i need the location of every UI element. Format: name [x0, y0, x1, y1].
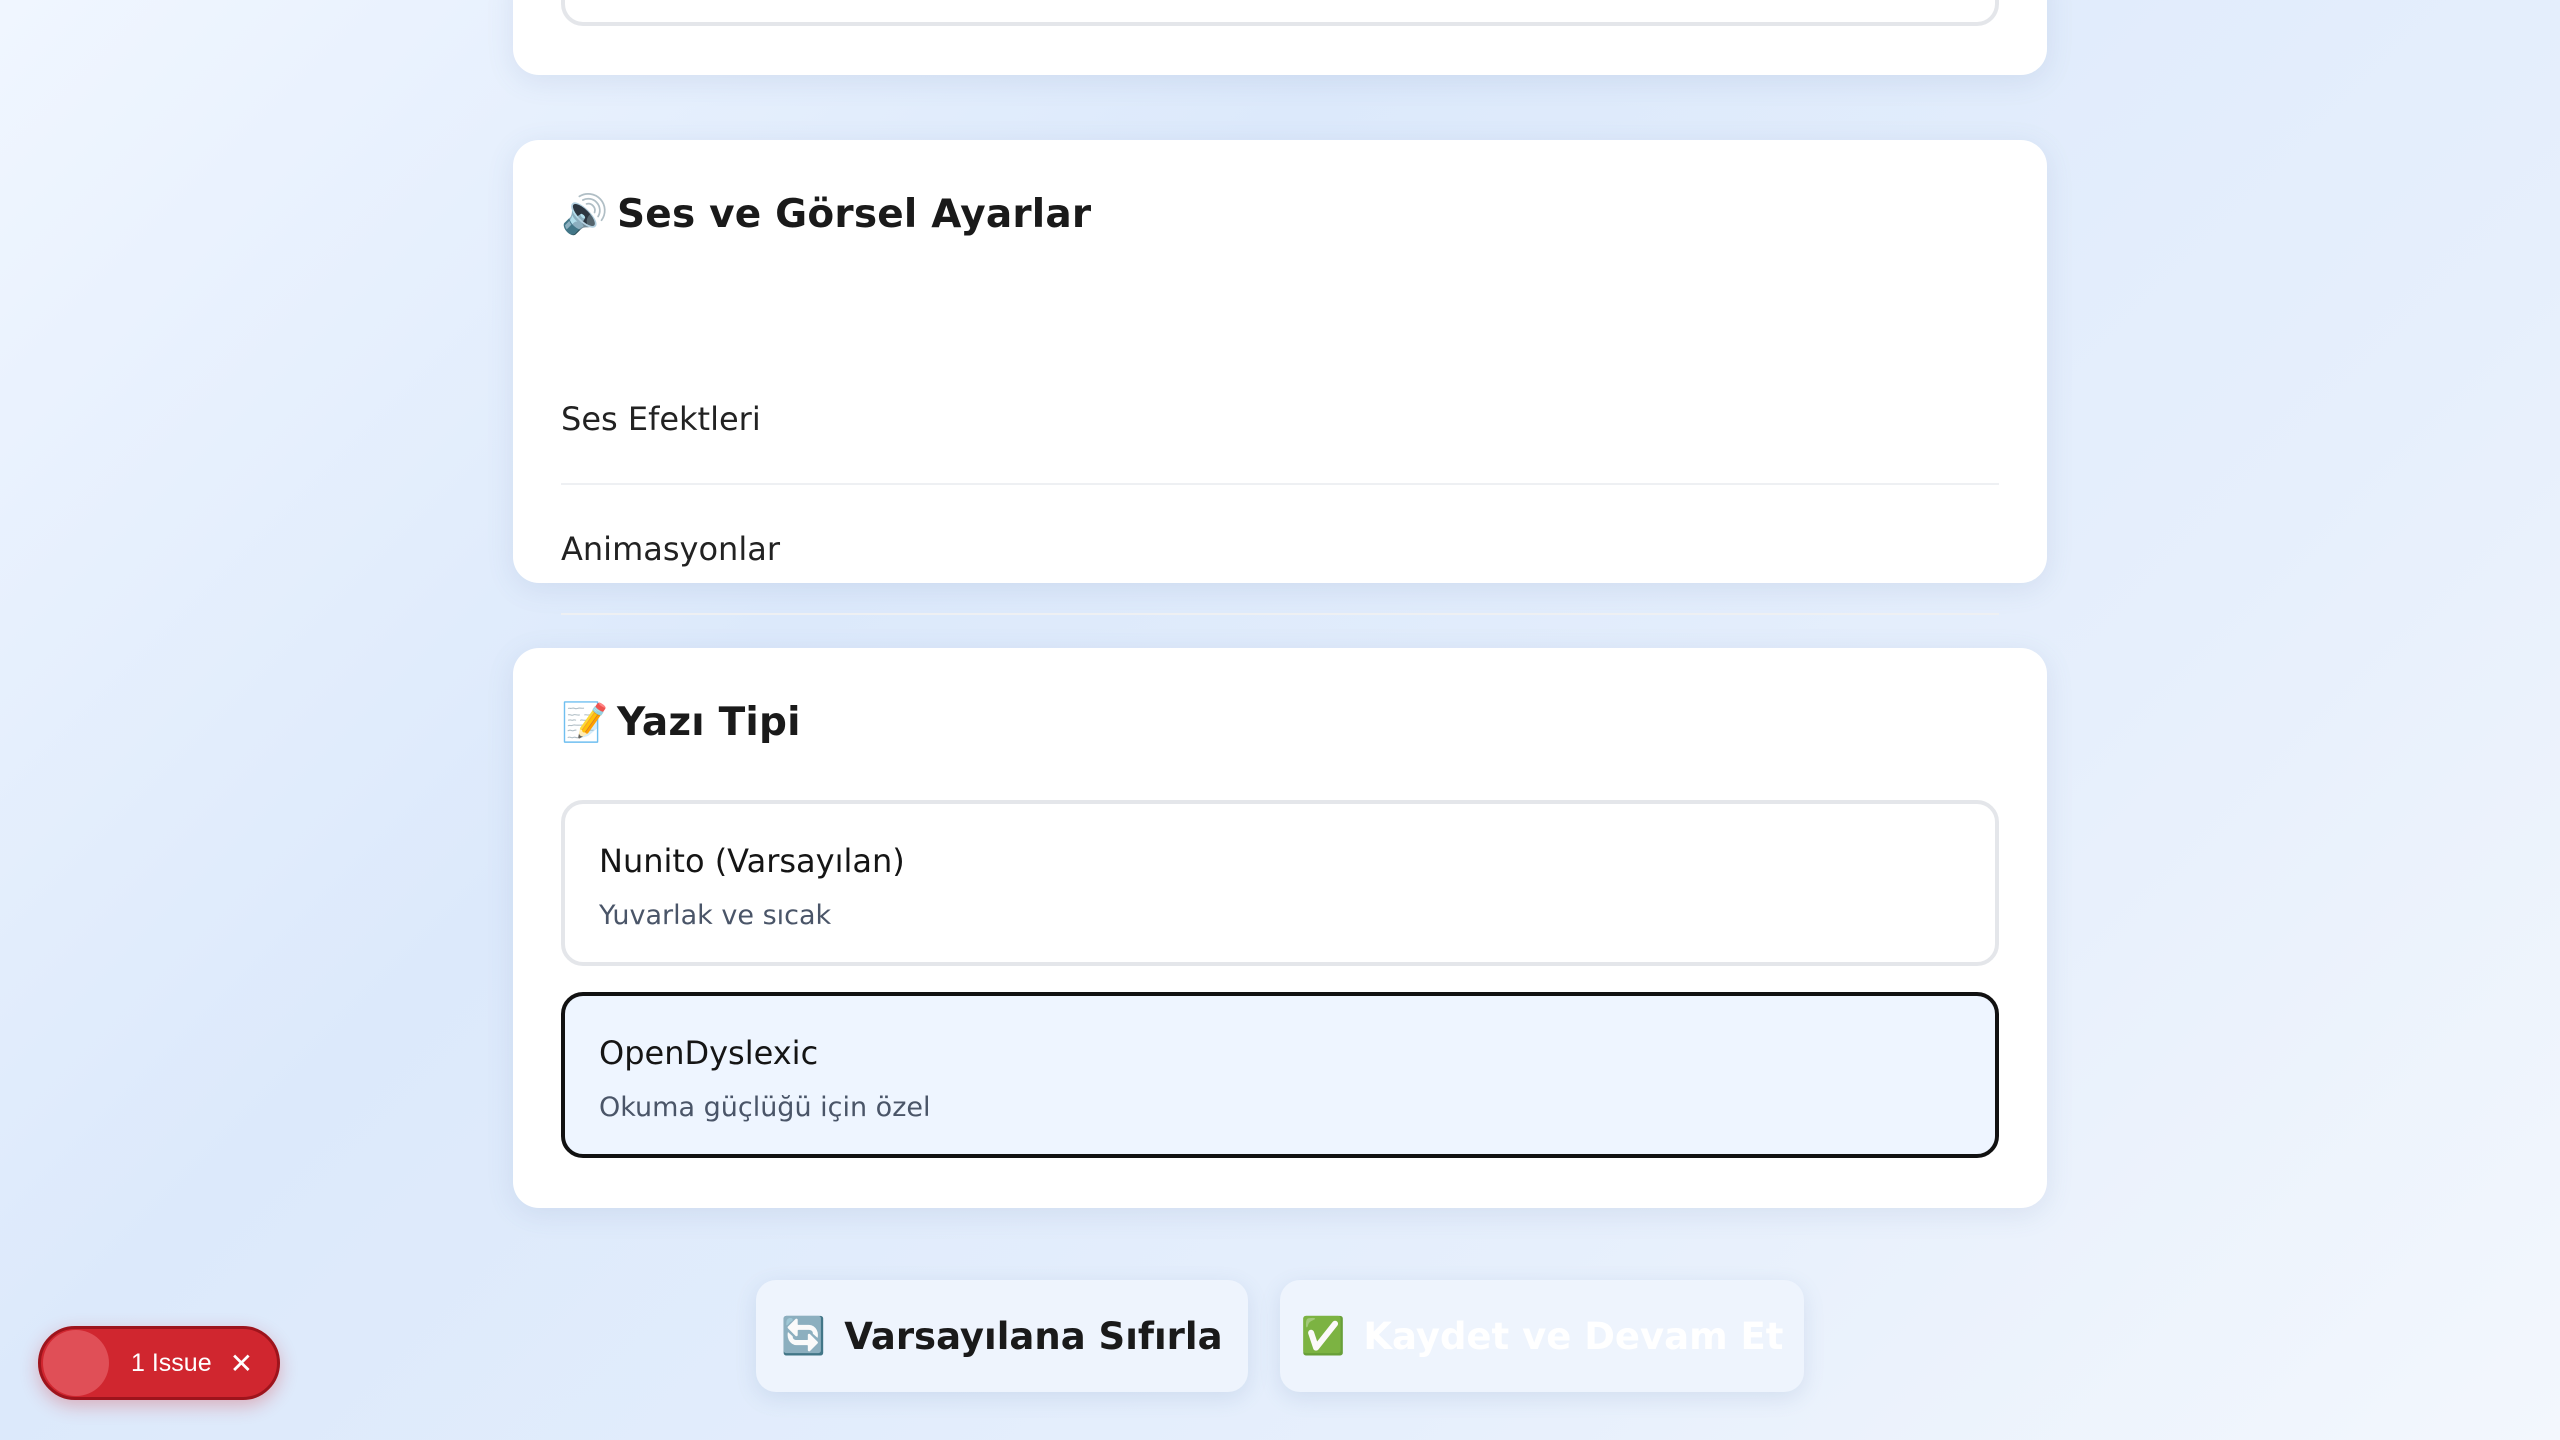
sound-section-title-text: Ses ve Görsel Ayarlar [617, 192, 1092, 237]
check-mark-icon: ✅ [1300, 1316, 1346, 1357]
save-continue-button[interactable]: ✅ Kaydet ve Devam Et [1280, 1280, 1804, 1392]
issue-indicator-icon [43, 1330, 109, 1396]
issue-badge[interactable]: 1 Issue ✕ [38, 1326, 280, 1400]
previous-settings-card [513, 0, 2047, 75]
animations-label: Animasyonlar [561, 530, 780, 568]
font-section-title-text: Yazı Tipi [617, 700, 801, 745]
sound-section-title: 🔊 Ses ve Görsel Ayarlar [561, 192, 1091, 237]
reset-defaults-label: Varsayılana Sıfırla [844, 1314, 1223, 1358]
setting-row-sound-effects[interactable]: Ses Efektleri [561, 355, 1999, 485]
font-settings-card: 📝 Yazı Tipi Nunito (Varsayılan) Yuvarlak… [513, 648, 2047, 1208]
refresh-icon: 🔄 [781, 1316, 827, 1357]
font-option-name: OpenDyslexic [599, 1034, 819, 1072]
sound-effects-label: Ses Efektleri [561, 400, 761, 438]
font-section-title: 📝 Yazı Tipi [561, 700, 801, 745]
close-icon[interactable]: ✕ [230, 1347, 253, 1380]
speaker-icon: 🔊 [561, 192, 609, 236]
font-option-description: Okuma güçlüğü için özel [599, 1092, 931, 1123]
issue-count-label: 1 Issue [131, 1348, 212, 1377]
reset-defaults-button[interactable]: 🔄 Varsayılana Sıfırla [756, 1280, 1248, 1392]
setting-row-animations[interactable]: Animasyonlar [561, 485, 1999, 615]
sound-visual-settings-card: 🔊 Ses ve Görsel Ayarlar Ses Efektleri An… [513, 140, 2047, 615]
font-option-name: Nunito (Varsayılan) [599, 842, 905, 880]
memo-icon: 📝 [561, 700, 609, 744]
previous-option-box[interactable] [561, 0, 1999, 26]
font-option-opendyslexic[interactable]: OpenDyslexic Okuma güçlüğü için özel [561, 992, 1999, 1158]
save-continue-label: Kaydet ve Devam Et [1363, 1314, 1784, 1358]
font-option-description: Yuvarlak ve sıcak [599, 900, 832, 931]
font-option-nunito[interactable]: Nunito (Varsayılan) Yuvarlak ve sıcak [561, 800, 1999, 966]
